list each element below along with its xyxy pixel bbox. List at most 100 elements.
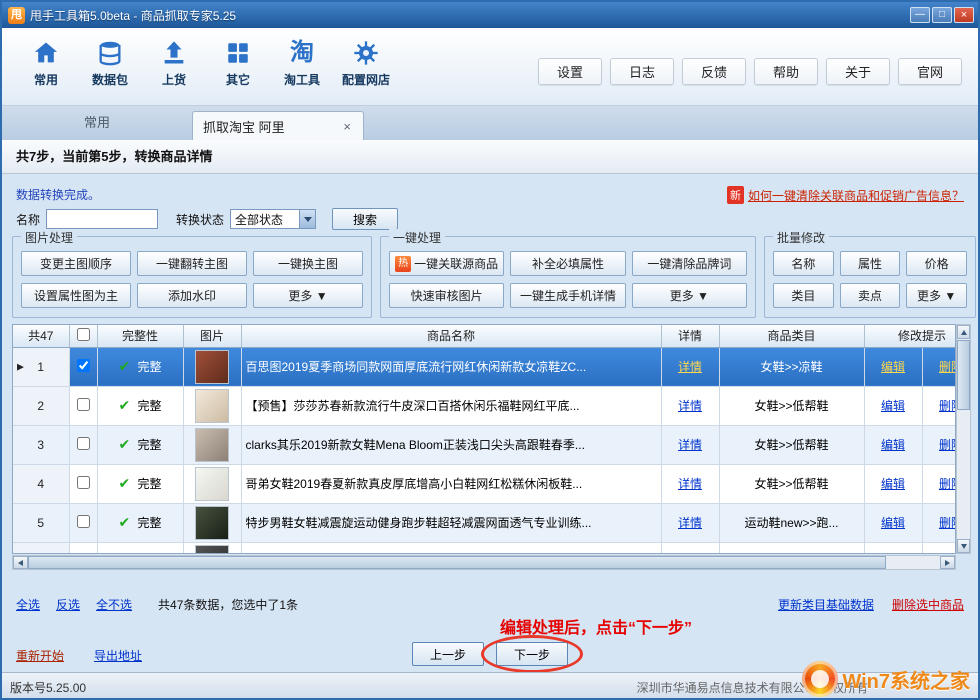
row-checkbox[interactable]: [77, 398, 90, 411]
select-all-link[interactable]: 全选: [16, 596, 40, 613]
nav-item-upload[interactable]: 上货: [144, 35, 204, 90]
official-site-button[interactable]: 官网: [898, 58, 962, 85]
maximize-button[interactable]: □: [932, 7, 952, 23]
col-header-name[interactable]: 商品名称: [241, 325, 661, 347]
replace-main-image-button[interactable]: 一键换主图: [253, 251, 363, 276]
edit-link[interactable]: 编辑: [881, 477, 905, 491]
table-row[interactable]: ▶ 1 ✔ 完整 百思图2019夏季商场同款网面厚底流行网红休闲新款女凉鞋ZC.…: [13, 347, 956, 386]
product-thumbnail[interactable]: [195, 545, 229, 555]
add-watermark-button[interactable]: 添加水印: [137, 283, 247, 308]
horizontal-scroll-thumb[interactable]: [28, 556, 886, 569]
log-button[interactable]: 日志: [610, 58, 674, 85]
scroll-left-icon[interactable]: [13, 556, 28, 569]
previous-step-button[interactable]: 上一步: [412, 642, 484, 666]
delete-link[interactable]: 删除: [939, 438, 956, 452]
product-thumbnail[interactable]: [195, 350, 229, 384]
settings-button[interactable]: 设置: [538, 58, 602, 85]
nav-item-datapack[interactable]: 数据包: [80, 35, 140, 90]
detail-link[interactable]: 详情: [678, 516, 702, 530]
table-row[interactable]: ▶ 2 ✔ 完整 【预售】莎莎苏春新款流行牛皮深口百搭休闲乐福鞋网红平底... …: [13, 386, 956, 425]
col-header-category[interactable]: 商品类目: [719, 325, 864, 347]
batch-more-button[interactable]: 更多 ▼: [906, 283, 967, 308]
batch-attribute-button[interactable]: 属性: [840, 251, 901, 276]
export-address-link[interactable]: 导出地址: [94, 647, 142, 664]
detail-link[interactable]: 详情: [678, 360, 702, 374]
delete-link[interactable]: 删除: [939, 399, 956, 413]
fill-required-attrs-button[interactable]: 补全必填属性: [510, 251, 625, 276]
detail-link[interactable]: 详情: [678, 438, 702, 452]
clear-related-help-link[interactable]: 如何一键清除关联商品和促销广告信息？: [748, 187, 964, 204]
close-button[interactable]: ×: [954, 7, 974, 23]
edit-link[interactable]: 编辑: [881, 399, 905, 413]
nav-item-other[interactable]: 其它: [208, 35, 268, 90]
minimize-button[interactable]: —: [910, 7, 930, 23]
nav-item-taotools[interactable]: 淘 淘工具: [272, 35, 332, 90]
oneclick-more-button[interactable]: 更多 ▼: [632, 283, 747, 308]
table-row[interactable]: ▶ 3 ✔ 完整 clarks其乐2019新款女鞋Mena Bloom正装浅口尖…: [13, 425, 956, 464]
detail-link[interactable]: 详情: [678, 399, 702, 413]
delete-link[interactable]: 删除: [939, 360, 956, 374]
horizontal-scrollbar[interactable]: [12, 555, 956, 570]
col-header-count[interactable]: 共47: [13, 325, 69, 347]
row-checkbox[interactable]: [77, 554, 90, 555]
image-more-button[interactable]: 更多 ▼: [253, 283, 363, 308]
quick-review-images-button[interactable]: 快速审核图片: [389, 283, 504, 308]
tab-common[interactable]: 常用: [42, 106, 152, 140]
product-thumbnail[interactable]: [195, 467, 229, 501]
col-header-image[interactable]: 图片: [183, 325, 241, 347]
table-row[interactable]: ▶ 4 ✔ 完整 哥弟女鞋2019春夏新款真皮厚底增高小白鞋网红松糕休闲板鞋..…: [13, 464, 956, 503]
table-row[interactable]: ▶ 6 ✔ 完整 ... 详情 编辑 删除: [13, 542, 956, 554]
scroll-down-icon[interactable]: [957, 539, 970, 553]
edit-link[interactable]: 编辑: [881, 360, 905, 374]
invert-selection-link[interactable]: 反选: [56, 596, 80, 613]
scroll-right-icon[interactable]: [940, 556, 955, 569]
name-filter-input[interactable]: [46, 209, 158, 229]
batch-name-button[interactable]: 名称: [773, 251, 834, 276]
table-row[interactable]: ▶ 5 ✔ 完整 特步男鞋女鞋减震旋运动健身跑步鞋超轻减震网面透气专业训练...…: [13, 503, 956, 542]
nav-item-common[interactable]: 常用: [16, 35, 76, 90]
flip-main-image-button[interactable]: 一键翻转主图: [137, 251, 247, 276]
product-thumbnail[interactable]: [195, 389, 229, 423]
search-button[interactable]: 搜索: [332, 208, 398, 230]
tab-capture-taobao[interactable]: 抓取淘宝 阿里 ×: [192, 111, 364, 140]
help-button[interactable]: 帮助: [754, 58, 818, 85]
next-step-button[interactable]: 下一步: [496, 642, 568, 666]
select-all-checkbox[interactable]: [77, 328, 90, 341]
table-body: ▶ 1 ✔ 完整 百思图2019夏季商场同款网面厚底流行网红休闲新款女凉鞋ZC.…: [13, 347, 956, 554]
col-header-completeness[interactable]: 完整性: [97, 325, 183, 347]
row-checkbox[interactable]: [77, 515, 90, 528]
batch-price-button[interactable]: 价格: [906, 251, 967, 276]
clear-brand-words-button[interactable]: 一键清除品牌词: [632, 251, 747, 276]
nav-item-configure-shop[interactable]: 配置网店: [336, 35, 396, 90]
edit-link[interactable]: 编辑: [881, 516, 905, 530]
product-thumbnail[interactable]: [195, 428, 229, 462]
delete-link[interactable]: 删除: [939, 477, 956, 491]
product-thumbnail[interactable]: [195, 506, 229, 540]
col-header-detail[interactable]: 详情: [661, 325, 719, 347]
delete-link[interactable]: 删除: [939, 516, 956, 530]
generate-mobile-detail-button[interactable]: 一键生成手机详情: [510, 283, 625, 308]
scroll-up-icon[interactable]: [957, 325, 970, 339]
change-main-image-order-button[interactable]: 变更主图顺序: [21, 251, 131, 276]
about-button[interactable]: 关于: [826, 58, 890, 85]
tab-close-icon[interactable]: ×: [341, 119, 353, 134]
edit-link[interactable]: 编辑: [881, 438, 905, 452]
batch-category-button[interactable]: 类目: [773, 283, 834, 308]
vertical-scrollbar[interactable]: [956, 324, 971, 554]
set-attribute-image-button[interactable]: 设置属性图为主: [21, 283, 131, 308]
vertical-scroll-thumb[interactable]: [957, 340, 970, 410]
restart-link[interactable]: 重新开始: [16, 647, 64, 664]
link-source-product-button[interactable]: 热 一键关联源商品: [389, 251, 504, 276]
batch-sellingpoint-button[interactable]: 卖点: [840, 283, 901, 308]
feedback-button[interactable]: 反馈: [682, 58, 746, 85]
detail-link[interactable]: 详情: [678, 477, 702, 491]
status-filter-select[interactable]: 全部状态: [230, 209, 316, 229]
update-category-data-link[interactable]: 更新类目基础数据: [778, 596, 874, 613]
col-header-modify[interactable]: 修改提示: [864, 325, 956, 347]
complete-check-icon: ✔: [118, 514, 130, 530]
delete-selected-link[interactable]: 删除选中商品: [892, 596, 964, 613]
row-checkbox[interactable]: [77, 476, 90, 489]
row-checkbox[interactable]: [77, 437, 90, 450]
select-none-link[interactable]: 全不选: [96, 596, 132, 613]
row-checkbox[interactable]: [77, 359, 90, 372]
